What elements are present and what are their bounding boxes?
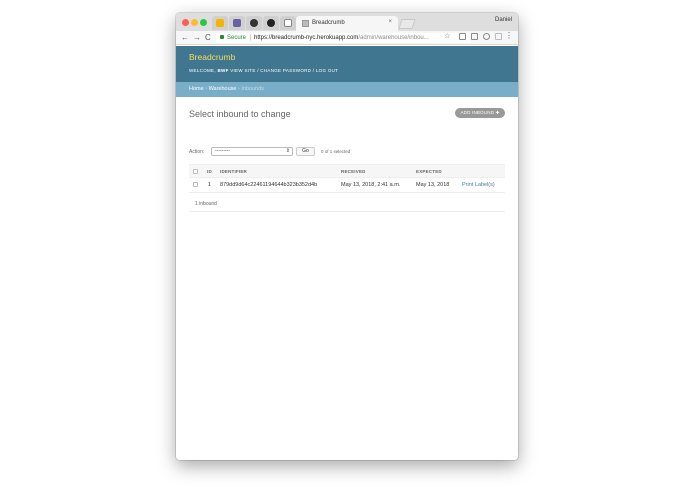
select-all-checkbox[interactable] [193, 169, 198, 174]
row-id: 1 [208, 182, 212, 188]
tab-title: Breadcrumb [312, 20, 345, 26]
add-inbound-button[interactable]: ADD INBOUND ✚ [455, 108, 505, 118]
welcome-text: WELCOME, [189, 68, 216, 73]
url-text: https://breadcrumb-nyc.herokuapp.com/adm… [254, 33, 429, 43]
paginator: 1 inbound [189, 197, 505, 212]
page-title: Select inbound to change [189, 109, 291, 119]
breadcrumb-warehouse[interactable]: Warehouse [209, 86, 237, 92]
tab-breadcrumb[interactable]: Breadcrumb × [296, 16, 398, 31]
cast-icon[interactable] [459, 33, 466, 40]
pinned-tab-slides[interactable] [212, 16, 228, 30]
results-table: ID IDENTIFIER RECEIVED EXPECTED 1 879dd9… [189, 164, 505, 193]
lock-icon [220, 35, 224, 39]
github-icon [267, 19, 275, 27]
browser-toolbar: ← → C Secure | https://breadcrumb-nyc.he… [176, 31, 518, 45]
row-received: May 13, 2018, 2:41 a.m. [341, 182, 401, 188]
site-name[interactable]: Breadcrumb [189, 52, 235, 62]
row-checkbox[interactable] [193, 182, 198, 187]
extension-icon[interactable] [471, 33, 478, 40]
new-tab-button[interactable] [398, 19, 416, 29]
selected-count: 0 of 1 selected [321, 149, 351, 154]
close-window-button[interactable] [182, 19, 189, 26]
breadcrumb: Home › Warehouse › Inbounds [176, 82, 518, 97]
main-content: Select inbound to change ADD INBOUND ✚ A… [176, 97, 518, 460]
log-out-link[interactable]: LOG OUT [316, 68, 338, 73]
info-icon[interactable] [483, 33, 490, 40]
column-header-identifier[interactable]: IDENTIFIER [220, 165, 247, 179]
action-select[interactable]: --------- ⇕ [211, 147, 293, 156]
action-selected-value: --------- [215, 148, 230, 154]
column-header-id[interactable]: ID [207, 165, 212, 179]
profile-name[interactable]: Daniel [495, 17, 512, 23]
pinned-tab-github[interactable] [263, 16, 279, 30]
pinned-tab-heroku[interactable] [229, 16, 245, 30]
go-button[interactable]: Go [296, 147, 315, 156]
change-password-link[interactable]: CHANGE PASSWORD [260, 68, 311, 73]
page-favicon-icon [302, 20, 309, 27]
pinned-tab-circle[interactable] [246, 16, 262, 30]
table-row: 1 879dd9d64c22461194644b323b352d4b May 1… [189, 178, 505, 193]
table-header: ID IDENTIFIER RECEIVED EXPECTED [189, 164, 505, 178]
row-expected: May 13, 2018 [416, 182, 450, 188]
column-header-expected[interactable]: EXPECTED [416, 165, 442, 179]
row-identifier[interactable]: 879dd9d64c22461194644b323b352d4b [220, 178, 317, 192]
username: BWF [217, 68, 229, 73]
url-path: /admin/warehouse/inbou... [358, 35, 429, 41]
extension-icon-2[interactable] [495, 33, 502, 40]
bookmark-star-icon[interactable]: ☆ [444, 32, 450, 40]
action-label: Action: [189, 149, 205, 155]
user-tools: WELCOME, BWF VIEW SITE / CHANGE PASSWORD… [189, 68, 338, 73]
breadcrumb-current: Inbounds [241, 86, 265, 92]
address-bar[interactable]: Secure | https://breadcrumb-nyc.herokuap… [216, 33, 471, 43]
url-host: https://breadcrumb-nyc.herokuapp.com [254, 35, 359, 41]
breadcrumb-home[interactable]: Home [189, 86, 204, 92]
browser-window: Breadcrumb × Daniel ← → C Secure | https… [176, 13, 518, 460]
document-icon [284, 19, 292, 27]
circle-app-icon [250, 19, 258, 27]
slides-icon [216, 19, 224, 27]
admin-header: Breadcrumb WELCOME, BWF VIEW SITE / CHAN… [176, 46, 518, 82]
minimize-window-button[interactable] [191, 19, 198, 26]
pinned-tab-blank[interactable] [280, 16, 296, 30]
column-header-received[interactable]: RECEIVED [341, 165, 366, 179]
print-labels-link[interactable]: Print Label(s) [462, 178, 495, 192]
tab-strip: Breadcrumb × Daniel [176, 13, 518, 31]
heroku-icon [233, 19, 241, 27]
secure-label: Secure [227, 35, 247, 41]
view-site-link[interactable]: VIEW SITE [230, 68, 255, 73]
url-separator: | [250, 35, 252, 41]
forward-icon[interactable]: → [193, 32, 201, 44]
tab-close-icon[interactable]: × [388, 19, 392, 25]
back-icon[interactable]: ← [181, 32, 189, 44]
menu-dots-icon[interactable]: ⋮ [505, 31, 513, 40]
maximize-window-button[interactable] [200, 19, 207, 26]
select-arrows-icon: ⇕ [285, 148, 290, 154]
reload-icon[interactable]: C [205, 32, 211, 44]
